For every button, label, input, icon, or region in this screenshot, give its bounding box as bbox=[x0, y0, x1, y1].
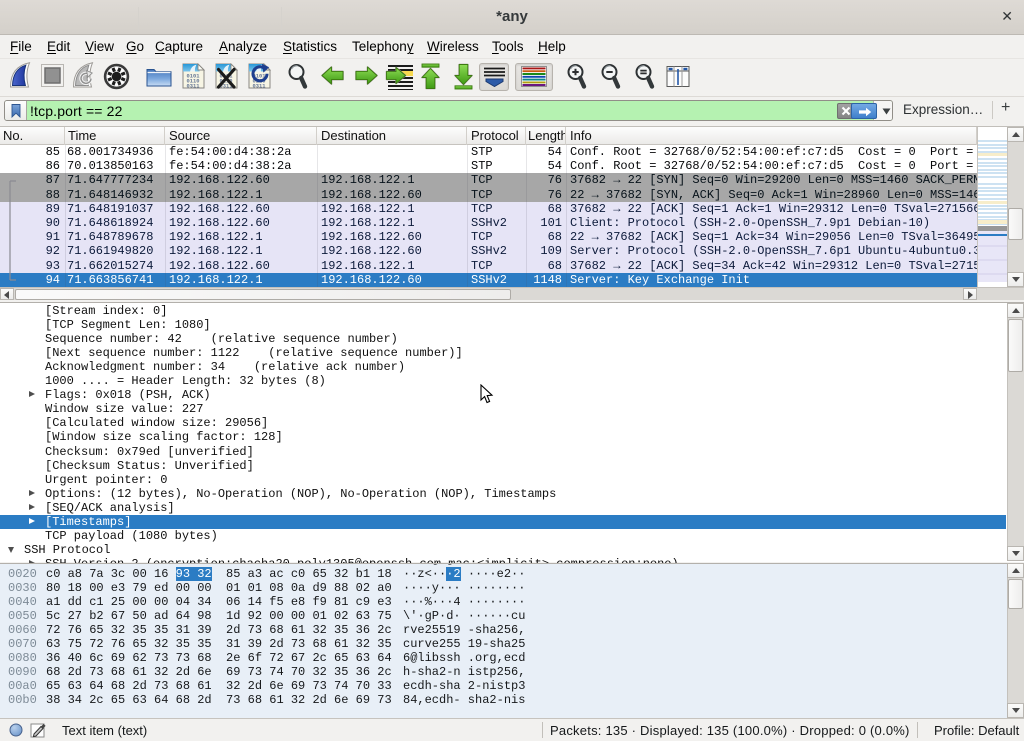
svg-text:0311: 0311 bbox=[187, 84, 200, 90]
svg-text:0311: 0311 bbox=[253, 84, 266, 90]
